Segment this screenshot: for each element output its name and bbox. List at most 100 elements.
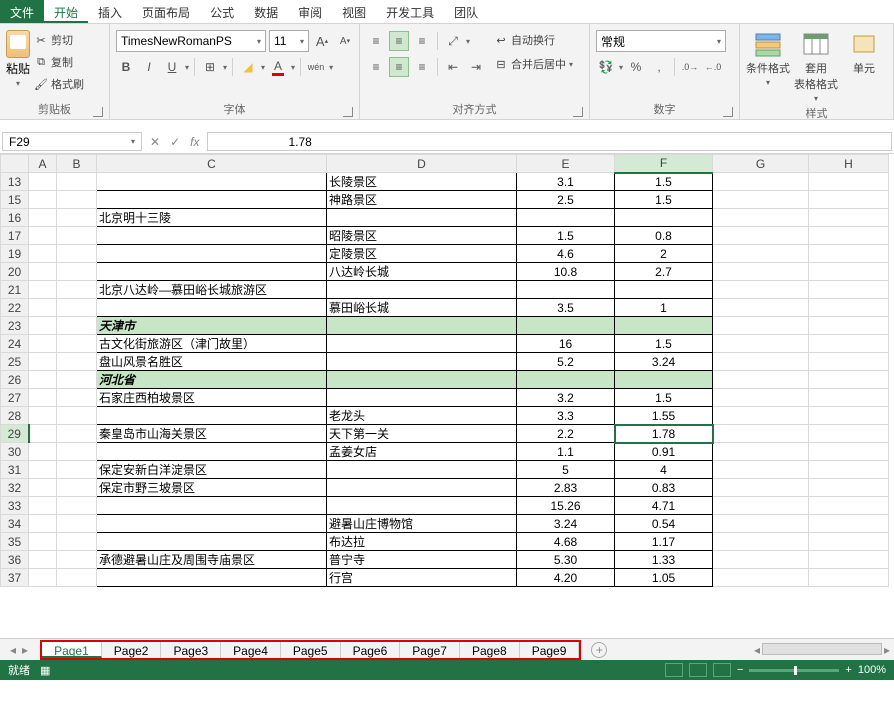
table-format-button[interactable]: 套用 表格格式▾ [794,26,838,103]
cell[interactable] [713,263,809,281]
cell[interactable]: 天下第一关 [327,425,517,443]
cell[interactable] [327,317,517,335]
cell[interactable]: 16 [517,335,615,353]
cell[interactable]: 保定市野三坡景区 [97,479,327,497]
cell[interactable]: 0.54 [615,515,713,533]
col-header-E[interactable]: E [517,155,615,173]
bold-button[interactable]: B [116,57,136,77]
cell[interactable]: 慕田峪长城 [327,299,517,317]
cell[interactable] [57,227,97,245]
cell[interactable]: 天津市 [97,317,327,335]
col-header-H[interactable]: H [809,155,889,173]
cell[interactable] [57,263,97,281]
cell[interactable]: 1.5 [615,335,713,353]
cell[interactable] [29,389,57,407]
cell[interactable]: 1.17 [615,533,713,551]
cell[interactable] [809,443,889,461]
cell[interactable] [29,551,57,569]
cell[interactable]: 1.55 [615,407,713,425]
sheet-tab-Page6[interactable]: Page6 [341,642,401,658]
cell[interactable] [809,299,889,317]
cell[interactable] [713,515,809,533]
comma-button[interactable]: , [649,57,669,77]
cell[interactable] [97,515,327,533]
zoom-slider[interactable] [749,669,839,672]
cell[interactable]: 3.2 [517,389,615,407]
row-header[interactable]: 37 [1,569,29,587]
cell[interactable]: 2 [615,245,713,263]
cell[interactable] [29,479,57,497]
menu-tab-开始[interactable]: 开始 [44,0,88,23]
cell[interactable] [809,209,889,227]
conditional-format-button[interactable]: 条件格式▾ [746,26,790,87]
formula-input[interactable]: 1.78 [207,132,892,151]
cell[interactable]: 1.05 [615,569,713,587]
cell[interactable]: 北京八达岭—慕田峪长城旅游区 [97,281,327,299]
cell[interactable] [809,389,889,407]
cell[interactable]: 长陵景区 [327,173,517,191]
cell[interactable]: 5 [517,461,615,479]
number-format-select[interactable]: 常规▾ [596,30,726,52]
cell[interactable]: 老龙头 [327,407,517,425]
cell[interactable] [57,497,97,515]
cell[interactable] [97,443,327,461]
cell[interactable] [29,227,57,245]
cell[interactable]: 5.30 [517,551,615,569]
cell[interactable] [713,281,809,299]
row-header[interactable]: 36 [1,551,29,569]
cell[interactable]: 孟姜女店 [327,443,517,461]
cell[interactable] [809,353,889,371]
border-button[interactable]: ⊞ [200,57,220,77]
cell[interactable]: 4 [615,461,713,479]
menu-tab-数据[interactable]: 数据 [244,0,288,23]
cell[interactable] [57,389,97,407]
chevron-down-icon[interactable]: ▾ [261,63,265,72]
chevron-down-icon[interactable]: ▾ [619,63,623,72]
row-header[interactable]: 17 [1,227,29,245]
underline-button[interactable]: U [162,57,182,77]
row-header[interactable]: 29 [1,425,29,443]
cell[interactable] [809,551,889,569]
row-header[interactable]: 31 [1,461,29,479]
cell[interactable]: 4.20 [517,569,615,587]
menu-tab-公式[interactable]: 公式 [200,0,244,23]
increase-decimal-button[interactable]: .0→ [680,57,700,77]
font-size-select[interactable]: 11▾ [269,30,309,52]
chevron-down-icon[interactable]: ▾ [16,79,20,88]
cell[interactable] [97,191,327,209]
cell[interactable] [97,407,327,425]
menu-tab-审阅[interactable]: 审阅 [288,0,332,23]
cell[interactable] [57,299,97,317]
wrap-text-button[interactable]: ↩自动换行 [494,30,573,50]
row-header[interactable]: 13 [1,173,29,191]
cell[interactable]: 承德避暑山庄及周围寺庙景区 [97,551,327,569]
cell[interactable] [29,371,57,389]
sheet-tab-Page4[interactable]: Page4 [221,642,281,658]
row-header[interactable]: 34 [1,515,29,533]
align-center-button[interactable]: ≡ [389,57,409,77]
cell[interactable] [57,335,97,353]
cell[interactable] [809,281,889,299]
cell[interactable] [327,209,517,227]
cell[interactable] [97,263,327,281]
cell[interactable] [517,371,615,389]
cell[interactable]: 石家庄西柏坡景区 [97,389,327,407]
sheet-tab-Page1[interactable]: Page1 [42,642,102,658]
cell[interactable] [29,263,57,281]
shrink-font-button[interactable]: A▾ [335,31,355,51]
cell[interactable] [29,533,57,551]
cell[interactable]: 避暑山庄博物馆 [327,515,517,533]
cell[interactable] [713,227,809,245]
cell[interactable]: 2.5 [517,191,615,209]
cell[interactable]: 2.83 [517,479,615,497]
zoom-in-button[interactable]: + [845,664,851,676]
align-bottom-button[interactable]: ≡ [412,31,432,51]
cell[interactable]: 北京明十三陵 [97,209,327,227]
cell-style-button[interactable]: 单元 [842,26,886,76]
cell[interactable]: 秦皇岛市山海关景区 [97,425,327,443]
cell[interactable]: 0.91 [615,443,713,461]
cell[interactable]: 河北省 [97,371,327,389]
cell[interactable] [57,173,97,191]
cell[interactable] [809,227,889,245]
cell[interactable] [327,335,517,353]
